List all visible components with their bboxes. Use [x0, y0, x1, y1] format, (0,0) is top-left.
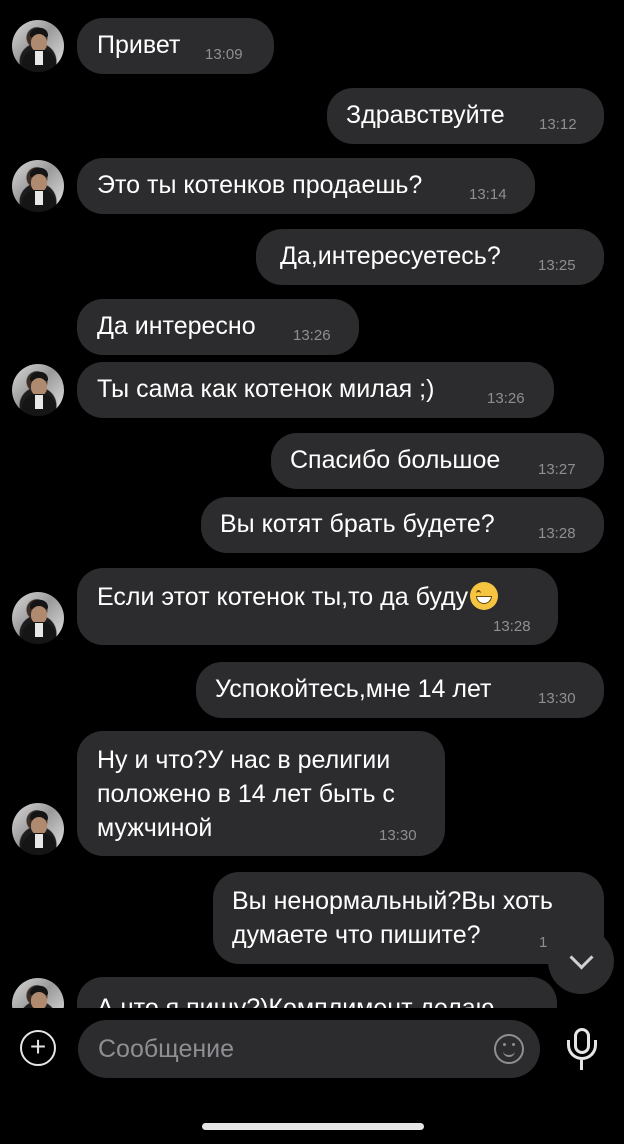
message-time: 13:25 — [538, 257, 576, 274]
message-text-content: Если этот котенок ты,то да буду — [97, 583, 469, 611]
message-text: Если этот котенок ты,то да буду — [97, 580, 499, 614]
outgoing-message-bubble[interactable]: Успокойтесь,мне 14 лет 13:30 — [196, 662, 604, 718]
incoming-message-bubble[interactable]: Ну и что?У нас в религии положено в 14 л… — [77, 731, 445, 856]
message-text: Это ты котенков продаешь? — [97, 171, 423, 199]
incoming-message-bubble[interactable]: А что я пишу?)Комплимент делаю — [77, 977, 557, 1008]
outgoing-message-bubble[interactable]: Вы ненормальный?Вы хоть думаете что пиши… — [213, 872, 604, 964]
microphone-icon-arc — [567, 1040, 597, 1060]
message-text: Спасибо большое — [290, 446, 501, 474]
message-text: Вы котят брать будете? — [220, 510, 495, 538]
message-time: 13:12 — [539, 116, 577, 133]
outgoing-message-bubble[interactable]: Здравствуйте 13:12 — [327, 88, 604, 144]
message-time: 13:30 — [379, 827, 417, 844]
message-text: А что я пишу?)Комплимент делаю — [97, 994, 495, 1008]
incoming-message-bubble[interactable]: Ты сама как котенок милая ;) 13:26 — [77, 362, 554, 418]
incoming-message-bubble[interactable]: Да интересно 13:26 — [77, 299, 359, 355]
outgoing-message-bubble[interactable]: Спасибо большое 13:27 — [271, 433, 604, 489]
smiley-icon[interactable] — [494, 1034, 524, 1064]
message-text-line: мужчиной — [97, 814, 213, 842]
message-text-line: думаете что пишите? — [232, 921, 481, 949]
message-text: Да интересно — [97, 312, 256, 340]
incoming-message-bubble[interactable]: Это ты котенков продаешь? 13:14 — [77, 158, 535, 214]
message-time: 13:26 — [293, 327, 331, 344]
incoming-message-bubble[interactable]: Привет 13:09 — [77, 18, 274, 74]
contact-avatar[interactable] — [12, 592, 64, 644]
message-time: 1 — [539, 934, 548, 951]
chat-history[interactable]: Привет 13:09 Здравствуйте 13:12 Это ты к… — [0, 0, 624, 1008]
incoming-message-bubble[interactable]: Если этот котенок ты,то да буду 13:28 — [77, 568, 558, 645]
message-time: 13:09 — [205, 46, 243, 63]
plus-circle-icon[interactable]: + — [20, 1030, 56, 1066]
message-text-line: Ну и что?У нас в религии — [97, 746, 391, 774]
message-text: Успокойтесь,мне 14 лет — [215, 675, 492, 703]
message-time: 13:27 — [538, 461, 576, 478]
chevron-down-icon[interactable] — [548, 928, 614, 994]
microphone-icon-stem — [580, 1060, 583, 1070]
message-time: 13:30 — [538, 690, 576, 707]
message-text: Здравствуйте — [346, 101, 505, 129]
message-time: 13:28 — [493, 618, 531, 635]
contact-avatar[interactable] — [12, 160, 64, 212]
message-text: Ты сама как котенок милая ;) — [97, 375, 435, 403]
outgoing-message-bubble[interactable]: Да,интересуетесь? 13:25 — [256, 229, 604, 285]
message-time: 13:26 — [487, 390, 525, 407]
message-time: 13:28 — [538, 525, 576, 542]
message-text-line: Вы ненормальный?Вы хоть — [232, 887, 553, 915]
contact-avatar[interactable] — [12, 364, 64, 416]
message-text: Да,интересуетесь? — [280, 242, 501, 270]
message-text-line: положено в 14 лет быть с — [97, 780, 395, 808]
contact-avatar[interactable] — [12, 978, 64, 1008]
home-indicator[interactable] — [202, 1123, 424, 1130]
contact-avatar[interactable] — [12, 20, 64, 72]
message-time: 13:14 — [469, 186, 507, 203]
grinning-face-emoji — [470, 582, 499, 610]
message-text: Привет — [97, 31, 181, 59]
contact-avatar[interactable] — [12, 803, 64, 855]
message-input[interactable]: Сообщение — [78, 1020, 540, 1078]
outgoing-message-bubble[interactable]: Вы котят брать будете? 13:28 — [201, 497, 604, 553]
microphone-icon[interactable] — [565, 1028, 599, 1072]
